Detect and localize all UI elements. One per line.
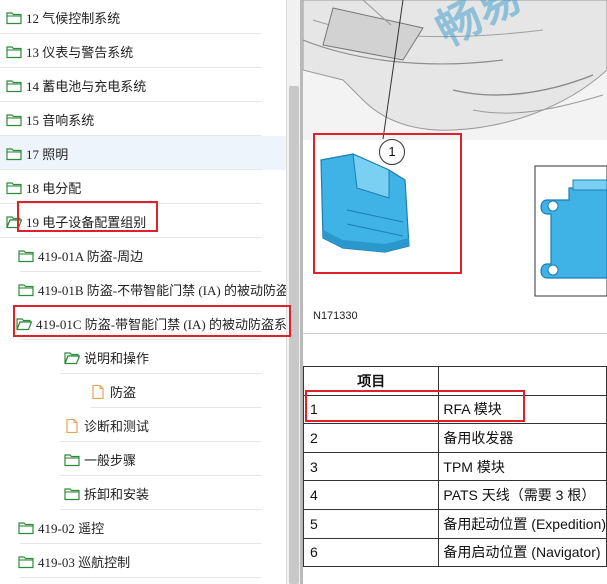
tree-item[interactable]: 13 仪表与警告系统 xyxy=(0,34,286,68)
row-item: 备用收发器 xyxy=(438,423,607,453)
tree-item-label: 12 气候控制系统 xyxy=(26,11,121,26)
row-number: 3 xyxy=(303,451,440,482)
tree-item[interactable]: 17 照明 xyxy=(0,136,286,170)
tree-item-label: 15 音响系统 xyxy=(26,113,95,128)
rfa-module-icon xyxy=(320,153,410,253)
table-row: 6 备用启动位置 (Navigator) xyxy=(303,537,607,568)
row-number: 5 xyxy=(303,508,440,539)
figure-label: N171330 xyxy=(313,310,358,322)
tree-item[interactable]: 防盗 xyxy=(0,374,286,408)
navigation-tree: 12 气候控制系统 13 仪表与警告系统 14 蓄电池与充电系统 15 音响系统 17 … xyxy=(0,0,286,584)
tree-item[interactable]: 拆卸和安装 xyxy=(0,476,286,510)
table-row: 1 RFA 模块 xyxy=(303,394,607,425)
folder-icon xyxy=(6,44,22,59)
folder-open-icon xyxy=(64,350,81,365)
tree-item-label: 419-03 巡航控制 xyxy=(38,555,131,570)
parts-table: 项目 1 RFA 模块 2 备用收发器 3 TPM 模块 4 PATS 天线（需要 3 根） 5… xyxy=(303,366,607,568)
table-header-row: 项目 xyxy=(303,366,607,396)
header-description xyxy=(438,366,607,396)
table-row: 2 备用收发器 xyxy=(303,423,607,453)
folder-icon xyxy=(6,112,22,127)
row-number: 1 xyxy=(303,394,440,425)
table-row: 4 PATS 天线（需要 3 根） xyxy=(303,480,607,510)
tree-item[interactable]: 一般步骤 xyxy=(0,442,286,476)
tree-item[interactable]: 419-02 遥控 xyxy=(0,510,286,544)
tree-item-label: 419-01A 防盗-周边 xyxy=(38,249,144,264)
tree-item-label: 419-01B 防盗-不带智能门禁 (IA) 的被动防盗 xyxy=(38,283,286,298)
tree-item[interactable]: 12 气候控制系统 xyxy=(0,0,286,34)
row-item: TPM 模块 xyxy=(438,451,607,482)
tree-item[interactable]: 14 蓄电池与充电系统 xyxy=(0,68,286,102)
row-item: PATS 天线（需要 3 根） xyxy=(438,480,607,510)
folder-icon xyxy=(18,554,34,569)
tree-scrollbar[interactable] xyxy=(286,0,300,584)
folder-icon xyxy=(6,78,22,93)
folder-open-icon xyxy=(16,316,33,331)
tree-item[interactable]: 诊断和测试 xyxy=(0,408,286,442)
tree-item-label: 419-02 遥控 xyxy=(38,521,105,536)
folder-icon xyxy=(6,10,22,25)
document-icon xyxy=(64,418,80,434)
tree-item[interactable]: 15 音响系统 xyxy=(0,102,286,136)
row-number: 2 xyxy=(303,423,440,453)
tree-item-separator xyxy=(20,577,262,578)
row-item: 备用起动位置 (Expedition) xyxy=(438,508,607,539)
row-number: 6 xyxy=(303,537,440,568)
tree-item[interactable]: 18 电分配 xyxy=(0,170,286,204)
tree-item-label: 14 蓄电池与充电系统 xyxy=(26,79,147,94)
folder-icon xyxy=(18,282,34,297)
tree-item[interactable]: 说明和操作 xyxy=(0,340,286,374)
header-item: 项目 xyxy=(303,366,440,396)
tree-item-label: 防盗 xyxy=(110,385,137,400)
tree-item-label: 一般步骤 xyxy=(84,453,137,468)
tree-item-label: 19 电子设备配置组别 xyxy=(26,215,147,230)
row-item: RFA 模块 xyxy=(438,394,607,425)
document-icon xyxy=(90,384,106,400)
tree-item-label: 17 照明 xyxy=(26,147,69,162)
row-number: 4 xyxy=(303,480,440,510)
tree-item-label: 419-01C 防盗-带智能门禁 (IA) 的被动防盗系 xyxy=(36,317,286,332)
tree-item-label: 诊断和测试 xyxy=(84,419,150,434)
tree-item-label: 说明和操作 xyxy=(84,351,150,366)
table-row: 5 备用起动位置 (Expedition) xyxy=(303,508,607,539)
tree-item-label: 拆卸和安装 xyxy=(84,487,150,502)
tree-item-label: 18 电分配 xyxy=(26,181,82,196)
tree-item[interactable]: 419-01B 防盗-不带智能门禁 (IA) 的被动防盗 xyxy=(0,272,286,306)
tree-item[interactable]: 419-01A 防盗-周边 xyxy=(0,238,286,272)
tree-item-label: 13 仪表与警告系统 xyxy=(26,45,134,60)
vehicle-illustration: 畅易 xyxy=(303,0,607,140)
backup-transceiver-icon xyxy=(534,165,607,297)
table-row: 3 TPM 模块 xyxy=(303,451,607,482)
tree-item[interactable]: 19 电子设备配置组别 xyxy=(0,204,286,238)
folder-icon xyxy=(18,248,34,263)
row-item: 备用启动位置 (Navigator) xyxy=(438,537,607,568)
folder-open-icon xyxy=(6,214,23,229)
section-divider xyxy=(303,333,607,334)
folder-icon xyxy=(64,486,80,501)
folder-icon xyxy=(18,520,34,535)
tree-scrollbar-thumb[interactable] xyxy=(289,86,299,584)
document-panel: 畅易 1 N171330 项目 1 RFA 模块 2 备用收发器 3 TPM 模块 4 PAT… xyxy=(303,0,607,584)
folder-icon xyxy=(6,146,22,161)
tree-item[interactable]: 419-03 巡航控制 xyxy=(0,544,286,578)
folder-icon xyxy=(6,180,22,195)
tree-item[interactable]: 419-01C 防盗-带智能门禁 (IA) 的被动防盗系 xyxy=(0,306,286,340)
folder-icon xyxy=(64,452,80,467)
